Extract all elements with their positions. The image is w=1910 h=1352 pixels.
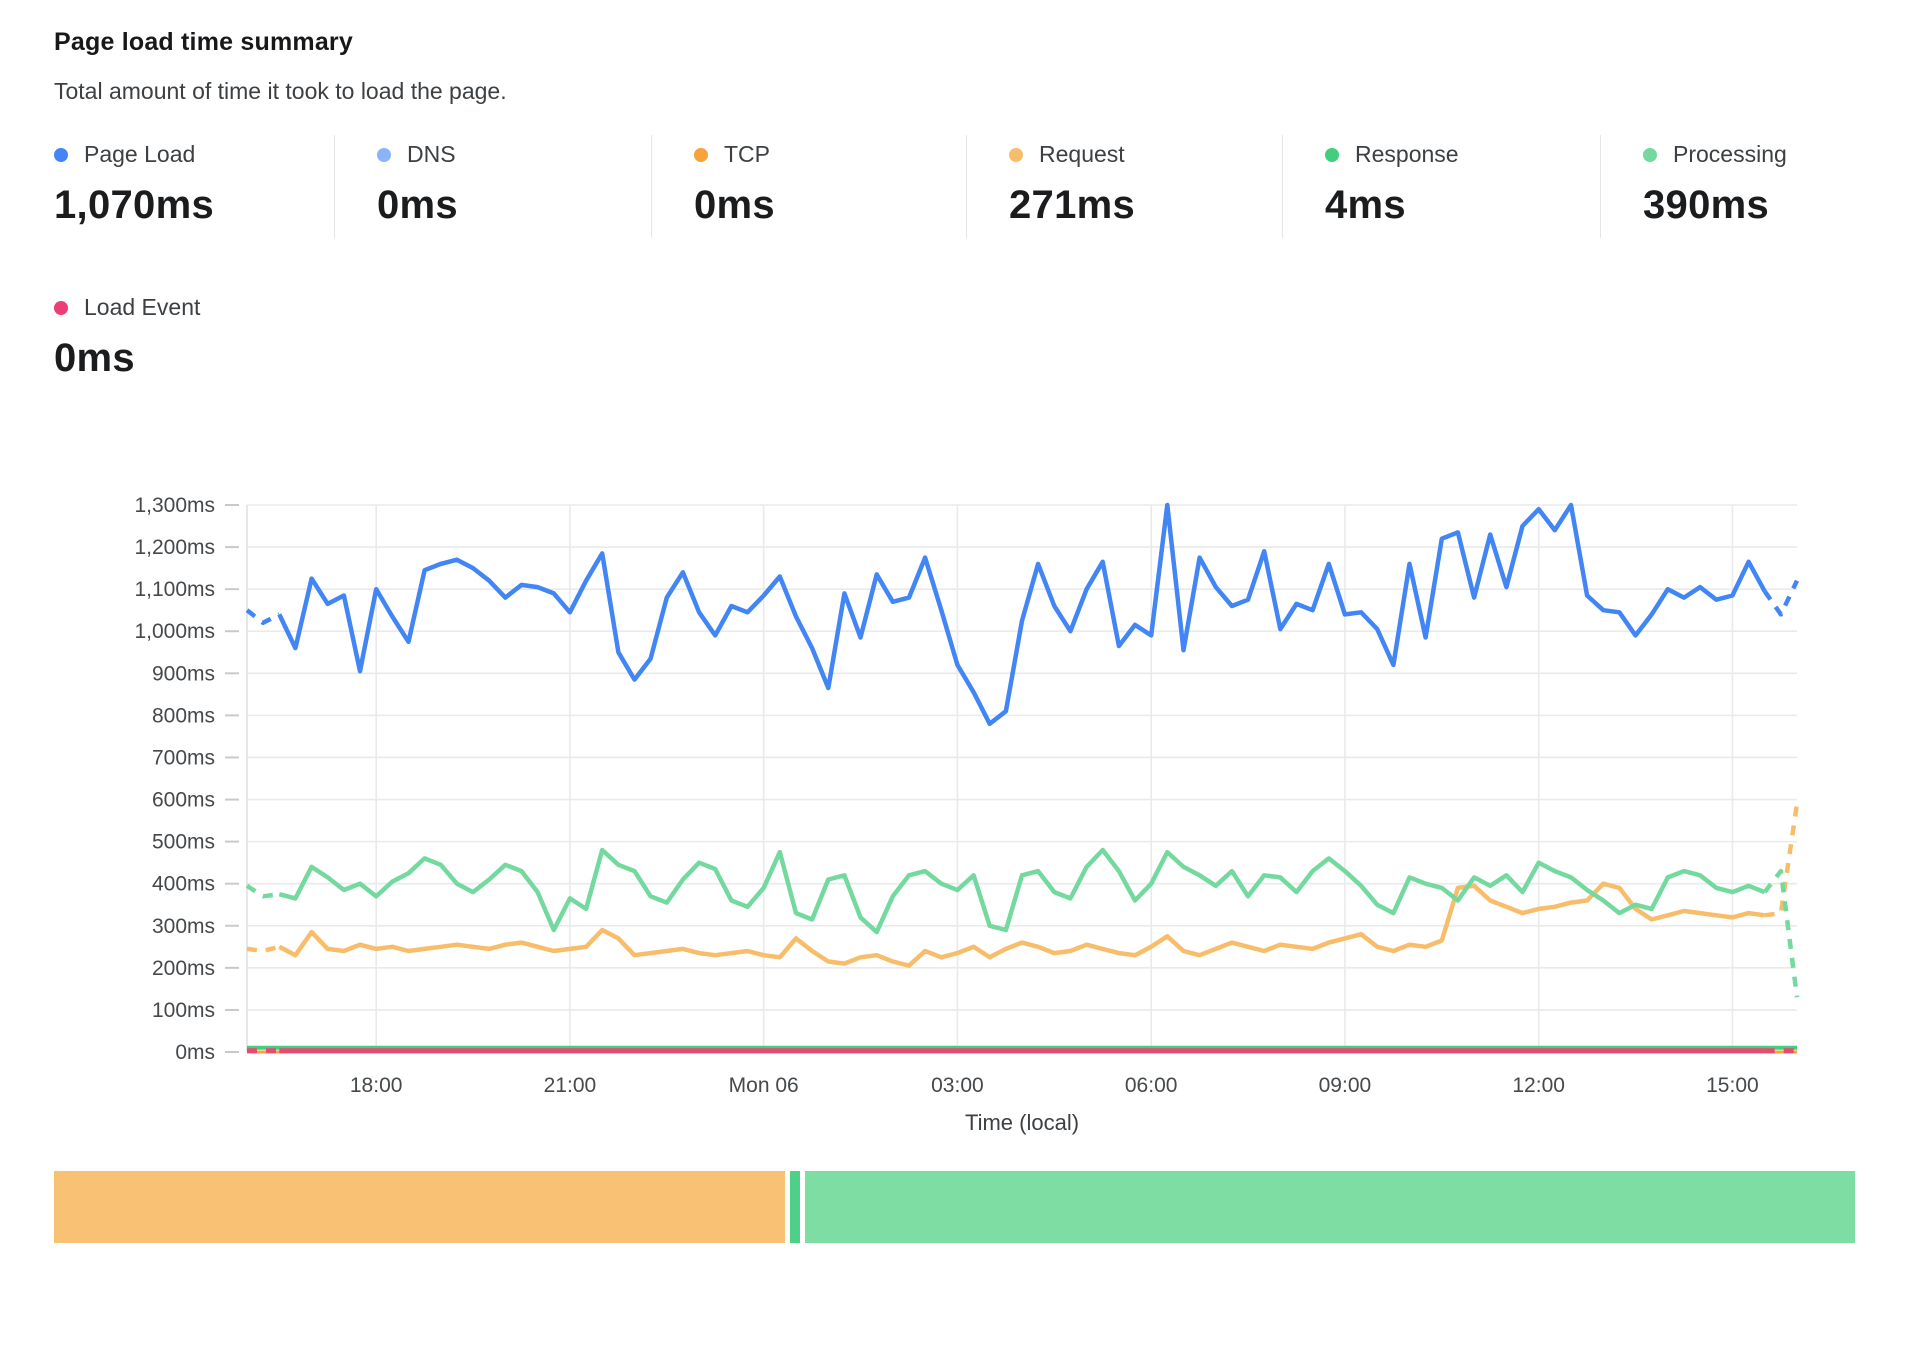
metric-card-header: Load Event: [54, 294, 334, 321]
x-tick-label: 15:00: [1706, 1074, 1759, 1097]
x-tick-label: 03:00: [931, 1074, 984, 1097]
metric-label: Load Event: [84, 294, 200, 321]
response-legend-dot-icon: [1325, 148, 1339, 162]
page-load-summary-panel: Page load time summary Total amount of t…: [0, 0, 1910, 1352]
metric-label: Processing: [1673, 141, 1787, 168]
metric-card-header: DNS: [377, 141, 651, 168]
metrics-row: Page Load 1,070ms DNS 0ms TCP 0ms Request 271ms…: [54, 135, 1855, 238]
metric-label: Response: [1355, 141, 1459, 168]
chart-svg[interactable]: 0ms 100ms 200ms 300ms 400ms 500ms 600ms 700ms 80…: [54, 483, 1855, 1141]
series-page-load-dash-tail: [1765, 581, 1797, 615]
x-tick-label: 21:00: [544, 1074, 597, 1097]
metric-card-header: TCP: [694, 141, 966, 168]
metric-card-header: Processing: [1643, 141, 1855, 168]
bar-segment-processing: [805, 1171, 1855, 1243]
y-tick-label: 800ms: [152, 704, 215, 727]
metric-card-load-event: Load Event 0ms: [54, 288, 334, 391]
series-page-load-line: [279, 505, 1764, 724]
x-tick-label: 18:00: [350, 1074, 403, 1097]
metric-card-header: Response: [1325, 141, 1600, 168]
series-request-dash-head: [247, 947, 279, 951]
y-tick-label: 400ms: [152, 873, 215, 896]
x-axis-title: Time (local): [965, 1110, 1079, 1135]
y-tick-label: 1,300ms: [134, 494, 215, 517]
metric-value: 0ms: [694, 183, 966, 228]
y-tick-label: 0ms: [175, 1041, 215, 1064]
metric-card-header: Page Load: [54, 141, 334, 168]
series-processing-dash-tail: [1765, 871, 1797, 997]
page-subtitle: Total amount of time it took to load the…: [54, 78, 1855, 105]
metric-card-dns: DNS 0ms: [334, 135, 651, 238]
metric-card-header: Request: [1009, 141, 1282, 168]
metric-value: 4ms: [1325, 183, 1600, 228]
series-request-line: [279, 884, 1764, 966]
series-page-load-dash-head: [247, 610, 279, 623]
y-tick-label: 700ms: [152, 746, 215, 769]
y-tick-label: 200ms: [152, 957, 215, 980]
y-tick-label: 1,000ms: [134, 620, 215, 643]
metric-value: 0ms: [377, 183, 651, 228]
timing-distribution-bar: [54, 1171, 1855, 1243]
metric-value: 0ms: [54, 336, 334, 381]
x-tick-label: 09:00: [1319, 1074, 1372, 1097]
x-tick-label: Mon 06: [729, 1074, 799, 1097]
y-tick-label: 900ms: [152, 662, 215, 685]
dns-legend-dot-icon: [377, 148, 391, 162]
page-title: Page load time summary: [54, 28, 1855, 57]
metric-label: DNS: [407, 141, 456, 168]
y-tick-label: 500ms: [152, 831, 215, 854]
metric-value: 390ms: [1643, 183, 1855, 228]
metric-value: 1,070ms: [54, 183, 334, 228]
metrics-row-2: Load Event 0ms: [54, 288, 1855, 391]
metric-label: Page Load: [84, 141, 195, 168]
y-tick-label: 300ms: [152, 915, 215, 938]
load-event-legend-dot-icon: [54, 301, 68, 315]
y-tick-label: 1,100ms: [134, 578, 215, 601]
metric-value: 271ms: [1009, 183, 1282, 228]
y-tick-label: 1,200ms: [134, 536, 215, 559]
series-processing-dash-head: [247, 886, 279, 897]
metric-label: TCP: [724, 141, 770, 168]
y-tick-label: 100ms: [152, 999, 215, 1022]
series-request-dash-tail: [1765, 804, 1797, 916]
x-tick-label: 06:00: [1125, 1074, 1178, 1097]
metric-card-request: Request 271ms: [966, 135, 1282, 238]
metric-card-tcp: TCP 0ms: [651, 135, 966, 238]
load-time-chart[interactable]: 0ms 100ms 200ms 300ms 400ms 500ms 600ms 700ms 80…: [54, 483, 1855, 1141]
metric-card-processing: Processing 390ms: [1600, 135, 1855, 238]
metric-card-response: Response 4ms: [1282, 135, 1600, 238]
bar-segment-response: [790, 1171, 801, 1243]
x-tick-label: 12:00: [1512, 1074, 1565, 1097]
metric-card-page-load: Page Load 1,070ms: [54, 135, 334, 238]
y-tick-label: 600ms: [152, 789, 215, 812]
metric-label: Request: [1039, 141, 1125, 168]
bar-segment-request: [54, 1171, 785, 1243]
request-legend-dot-icon: [1009, 148, 1023, 162]
page-load-legend-dot-icon: [54, 148, 68, 162]
series-processing-line: [279, 850, 1764, 932]
tcp-legend-dot-icon: [694, 148, 708, 162]
processing-legend-dot-icon: [1643, 148, 1657, 162]
